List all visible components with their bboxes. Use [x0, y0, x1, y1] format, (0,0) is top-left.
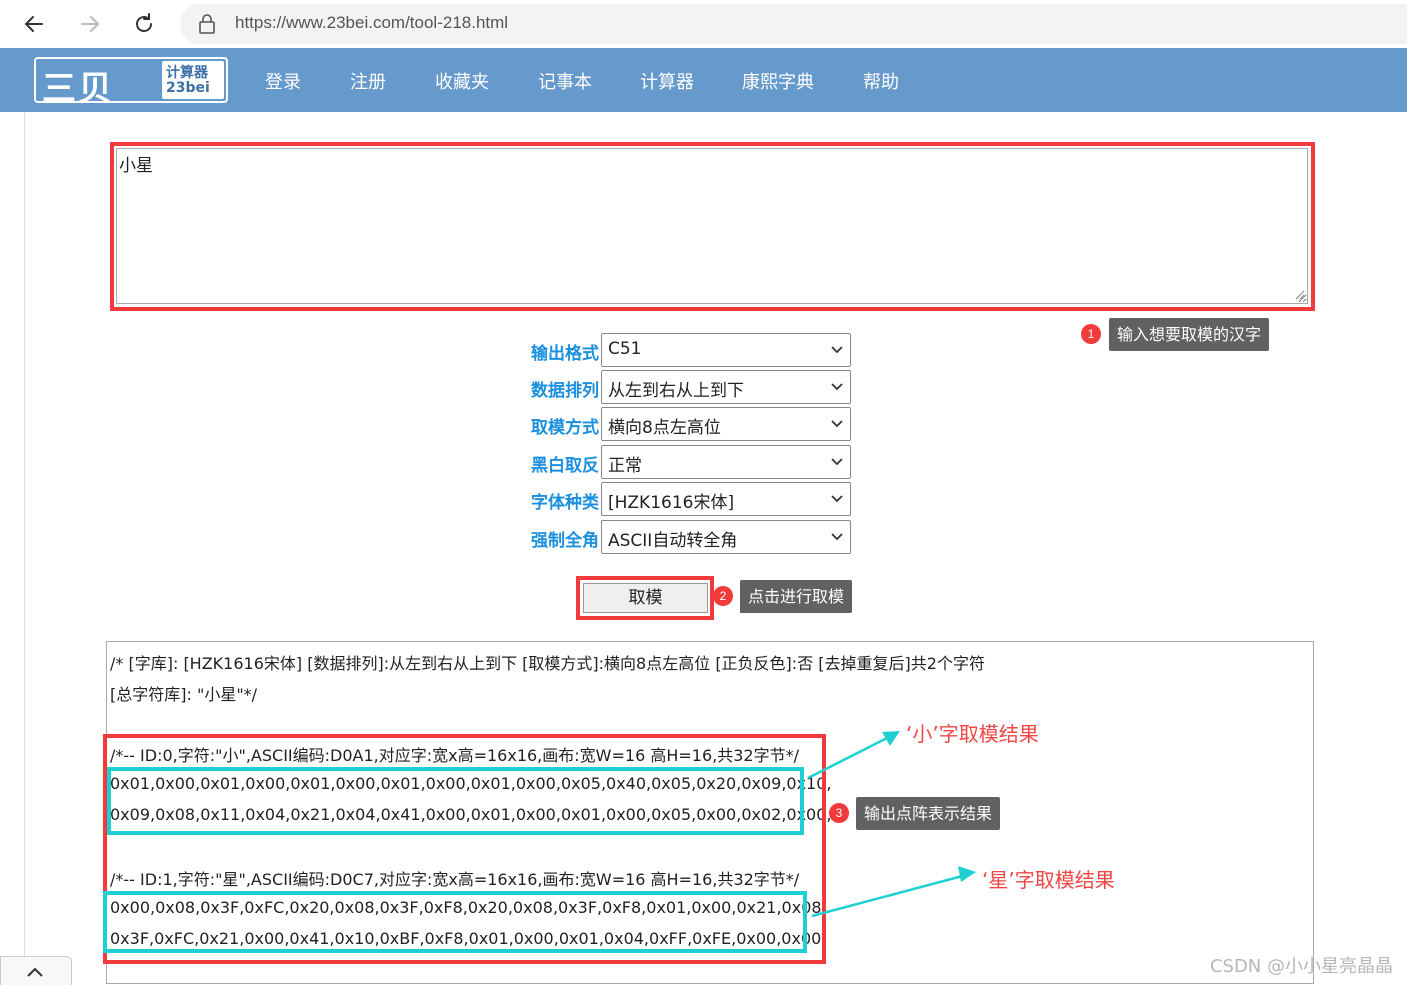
- lock-icon[interactable]: [191, 8, 223, 40]
- forward-arrow-icon[interactable]: [74, 8, 106, 40]
- select-value: [HZK1616宋体]: [608, 493, 735, 513]
- chevron-down-icon: [831, 420, 843, 428]
- label-scan-mode: 取模方式: [531, 418, 599, 438]
- label-output-format: 输出格式: [531, 344, 599, 364]
- select-fullwidth[interactable]: ASCII自动转全角: [601, 520, 851, 554]
- select-output-format[interactable]: C51: [601, 333, 851, 367]
- logo-badge: 计算器 23bei: [162, 61, 224, 99]
- label-font: 字体种类: [531, 493, 599, 513]
- label-invert: 黑白取反: [531, 456, 599, 476]
- back-arrow-icon[interactable]: [18, 8, 50, 40]
- chevron-down-icon: [831, 458, 843, 466]
- tip-step3: 输出点阵表示结果: [856, 797, 1001, 830]
- nav-favorites[interactable]: 收藏夹: [435, 68, 489, 94]
- select-value: ASCII自动转全角: [608, 531, 738, 551]
- select-scan-mode[interactable]: 横向8点左高位: [601, 407, 851, 441]
- page-left-rule: [24, 112, 25, 984]
- logo-sub-text: 计算器: [166, 65, 208, 81]
- label-fullwidth: 强制全角: [531, 531, 599, 551]
- nav-notepad[interactable]: 记事本: [538, 68, 592, 94]
- annotation-xing-result: ‘星’字取模结果: [982, 868, 1115, 892]
- nav-kangxi-dictionary[interactable]: 康熙字典: [742, 68, 814, 94]
- reload-icon[interactable]: [128, 8, 160, 40]
- chevron-down-icon: [831, 533, 843, 541]
- select-value: 正常: [608, 456, 642, 476]
- logo-domain-text: 23bei: [166, 80, 210, 96]
- chevron-down-icon: [831, 383, 843, 391]
- collapse-tab[interactable]: [0, 956, 72, 985]
- site-logo[interactable]: 三贝 计算器 23bei: [34, 57, 228, 109]
- annotation-box-char1: [103, 891, 807, 953]
- output-header-line: /* [字库]: [HZK1616宋体] [数据排列]:从左到右从上到下 [取模…: [110, 654, 985, 673]
- resize-grip-icon[interactable]: [1293, 288, 1305, 300]
- select-invert[interactable]: 正常: [601, 445, 851, 479]
- nav-login[interactable]: 登录: [265, 68, 301, 94]
- select-value: 从左到右从上到下: [608, 381, 744, 401]
- step-badge-2: 2: [713, 586, 733, 606]
- chevron-down-icon: [831, 346, 843, 354]
- logo-main-text: 三贝: [42, 69, 114, 109]
- output-charset-line: [总字符库]: "小星"*/: [110, 685, 258, 704]
- annotation-box-button: [576, 576, 714, 620]
- chevron-up-icon: [27, 967, 43, 977]
- select-font[interactable]: [HZK1616宋体]: [601, 482, 851, 516]
- select-value: C51: [608, 339, 642, 359]
- label-data-order: 数据排列: [531, 381, 599, 401]
- nav-help[interactable]: 帮助: [863, 68, 899, 94]
- step-badge-1: 1: [1081, 324, 1101, 344]
- select-data-order[interactable]: 从左到右从上到下: [601, 370, 851, 404]
- watermark: CSDN @小小星亮晶晶: [1209, 956, 1393, 977]
- url-text[interactable]: https://www.23bei.com/tool-218.html: [235, 13, 508, 33]
- tip-step2: 点击进行取模: [740, 580, 853, 613]
- nav-register[interactable]: 注册: [350, 68, 386, 94]
- select-value: 横向8点左高位: [608, 418, 721, 438]
- step-badge-3: 3: [829, 803, 849, 823]
- browser-toolbar: https://www.23bei.com/tool-218.html: [0, 0, 1407, 49]
- tip-step1: 输入想要取模的汉字: [1109, 318, 1270, 351]
- annotation-xiao-result: ‘小’字取模结果: [906, 722, 1039, 746]
- chevron-down-icon: [831, 495, 843, 503]
- nav-calculator[interactable]: 计算器: [640, 68, 694, 94]
- annotation-box-input: [110, 142, 1315, 311]
- annotation-box-char0: [107, 767, 804, 835]
